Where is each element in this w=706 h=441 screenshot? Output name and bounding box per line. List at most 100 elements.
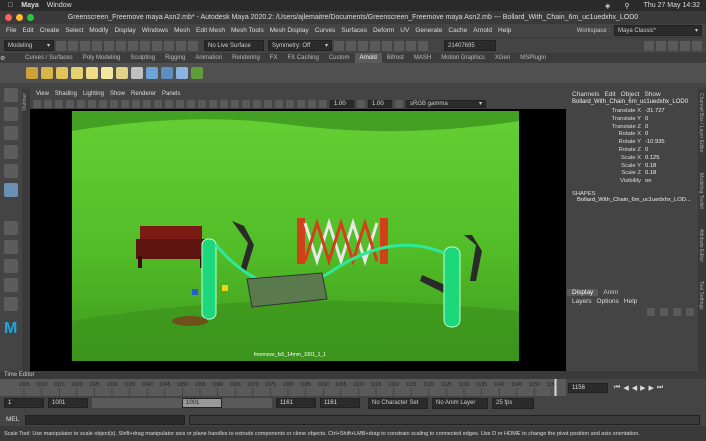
menu-modify[interactable]: Modify	[89, 27, 108, 34]
toggle-channel-box-icon[interactable]	[692, 40, 702, 51]
side-tab-attribute-editor[interactable]: Attribute Editor	[698, 229, 704, 281]
menu-curves[interactable]: Curves	[315, 27, 336, 34]
new-scene-icon[interactable]	[56, 40, 66, 51]
menu-create[interactable]: Create	[40, 27, 60, 34]
close-window-button[interactable]	[5, 14, 12, 21]
side-tab-tool-settings[interactable]: Tool Settings	[698, 281, 704, 327]
attr-value[interactable]: 0	[645, 124, 648, 132]
skydome-light-icon[interactable]	[56, 67, 68, 79]
shadows-icon[interactable]	[220, 99, 228, 108]
attr-value[interactable]: on	[645, 178, 651, 186]
safe-action-icon[interactable]	[143, 99, 151, 108]
shape-node-name[interactable]: Bollard_With_Chain_6m_uc1uedxhx_LOD...	[577, 197, 698, 203]
attr-row[interactable]: Scale Y 0.18	[567, 163, 698, 171]
menu-help[interactable]: Help	[498, 27, 511, 34]
step-forward-key-icon[interactable]: ▶	[648, 384, 653, 392]
snap-curve-icon[interactable]	[164, 40, 174, 51]
toggle-tool-settings-icon[interactable]	[680, 40, 690, 51]
move-tool-icon[interactable]	[4, 145, 18, 159]
layer-tab-anim[interactable]: Anim	[598, 289, 623, 296]
select-camera-icon[interactable]	[33, 99, 41, 108]
physical-sky-icon[interactable]	[131, 67, 143, 79]
range-start-field[interactable]: 1	[4, 398, 44, 408]
persp-outliner-layout-icon[interactable]	[4, 259, 18, 273]
object-name-field[interactable]: 21407695	[444, 40, 496, 51]
menu-mesh[interactable]: Mesh	[174, 27, 190, 34]
textured-icon[interactable]	[198, 99, 206, 108]
redo-icon[interactable]	[104, 40, 114, 51]
character-set-dropdown[interactable]: No Character Set	[368, 397, 428, 409]
menu-file[interactable]: File	[6, 27, 16, 34]
command-input[interactable]	[25, 414, 186, 425]
menu-mesh-tools[interactable]: Mesh Tools	[231, 27, 264, 34]
cb-menu-show[interactable]: Show	[644, 91, 660, 98]
attr-value[interactable]: -10.935	[645, 139, 665, 147]
cb-menu-object[interactable]: Object	[621, 91, 640, 98]
gamma-field[interactable]: 1.00	[368, 99, 392, 108]
cb-menu-channels[interactable]: Channels	[572, 91, 599, 98]
panel-menu-view[interactable]: View	[36, 91, 49, 97]
snap-view-icon[interactable]	[188, 40, 198, 51]
shelf-tab-animation[interactable]: Animation	[190, 53, 227, 63]
sequencer-icon[interactable]	[418, 40, 428, 51]
play-backward-icon[interactable]: ◀	[632, 384, 637, 392]
go-to-end-icon[interactable]: ⏭	[657, 384, 663, 392]
volume-icon[interactable]	[161, 67, 173, 79]
outliner-tab[interactable]: Outliner	[22, 89, 30, 371]
depth-of-field-icon[interactable]	[264, 99, 272, 108]
rotate-tool-icon[interactable]	[4, 164, 18, 178]
select-tool-icon[interactable]	[4, 88, 18, 102]
attr-row[interactable]: Rotate Y -10.935	[567, 139, 698, 147]
toggle-attribute-editor-icon[interactable]	[668, 40, 678, 51]
menu-cache[interactable]: Cache	[448, 27, 467, 34]
smooth-shade-icon[interactable]	[176, 99, 184, 108]
step-back-key-icon[interactable]: ◀	[623, 384, 628, 392]
attr-row[interactable]: Translate Y 0	[567, 116, 698, 124]
attr-row[interactable]: Visibility on	[567, 178, 698, 186]
attr-value[interactable]: 0.125	[645, 155, 660, 163]
anim-layer-dropdown[interactable]: No Anim Layer	[432, 397, 488, 409]
menu-surfaces[interactable]: Surfaces	[341, 27, 367, 34]
shelf-tab-arnold[interactable]: Arnold	[354, 53, 382, 63]
attr-row[interactable]: Scale X 0.125	[567, 155, 698, 163]
shelf-tab-poly-modeling[interactable]: Poly Modeling	[78, 53, 126, 63]
menu-set-dropdown[interactable]: Modeling ▾	[4, 40, 54, 51]
save-scene-icon[interactable]	[80, 40, 90, 51]
scale-tool-icon[interactable]	[4, 183, 18, 197]
motion-blur-icon[interactable]	[242, 99, 250, 108]
attr-value[interactable]: 0	[645, 116, 648, 124]
render-settings-icon[interactable]	[358, 40, 368, 51]
apple-icon[interactable]: 	[8, 2, 13, 9]
shelf-tab-motion-graphics[interactable]: Motion Graphics	[436, 53, 490, 63]
select-component-icon[interactable]	[140, 40, 150, 51]
layer-menu-help[interactable]: Help	[624, 298, 637, 305]
four-view-layout-icon[interactable]	[4, 240, 18, 254]
layer-menu-layers[interactable]: Layers	[572, 298, 592, 305]
area-light-icon[interactable]	[71, 67, 83, 79]
side-tab-channel-box[interactable]: Channel Box / Layer Editor	[698, 93, 704, 173]
new-layer-selected-icon[interactable]	[686, 308, 694, 316]
ipr-render-icon[interactable]	[346, 40, 356, 51]
shelf-tab-sculpting[interactable]: Sculpting	[125, 53, 160, 63]
attr-value[interactable]: 0.18	[645, 163, 656, 171]
xray-icon[interactable]	[286, 99, 294, 108]
exposure-icon[interactable]	[319, 99, 327, 108]
panel-menu-shading[interactable]: Shading	[55, 91, 77, 97]
attr-row[interactable]: Rotate X 0	[567, 131, 698, 139]
shelf-tab-bifrost[interactable]: Bifrost	[382, 53, 409, 63]
playback-start-field[interactable]: 1001	[48, 398, 88, 408]
menu-display[interactable]: Display	[114, 27, 135, 34]
hypershade-icon[interactable]	[370, 40, 380, 51]
exposure-field[interactable]: 1.00	[330, 99, 354, 108]
sign-in-icon[interactable]	[644, 40, 654, 51]
snap-point-icon[interactable]	[176, 40, 186, 51]
new-empty-layer-icon[interactable]	[673, 308, 681, 316]
layer-tab-display[interactable]: Display	[567, 289, 599, 296]
menu-windows[interactable]: Windows	[142, 27, 168, 34]
xray-joints-icon[interactable]	[297, 99, 305, 108]
panel-menu-panels[interactable]: Panels	[162, 91, 180, 97]
shelf-tab-msplugin[interactable]: MSPlugin	[515, 53, 551, 63]
arnold-render-icon[interactable]	[382, 40, 392, 51]
window-menu[interactable]: Window	[47, 2, 72, 9]
anti-aliasing-icon[interactable]	[253, 99, 261, 108]
